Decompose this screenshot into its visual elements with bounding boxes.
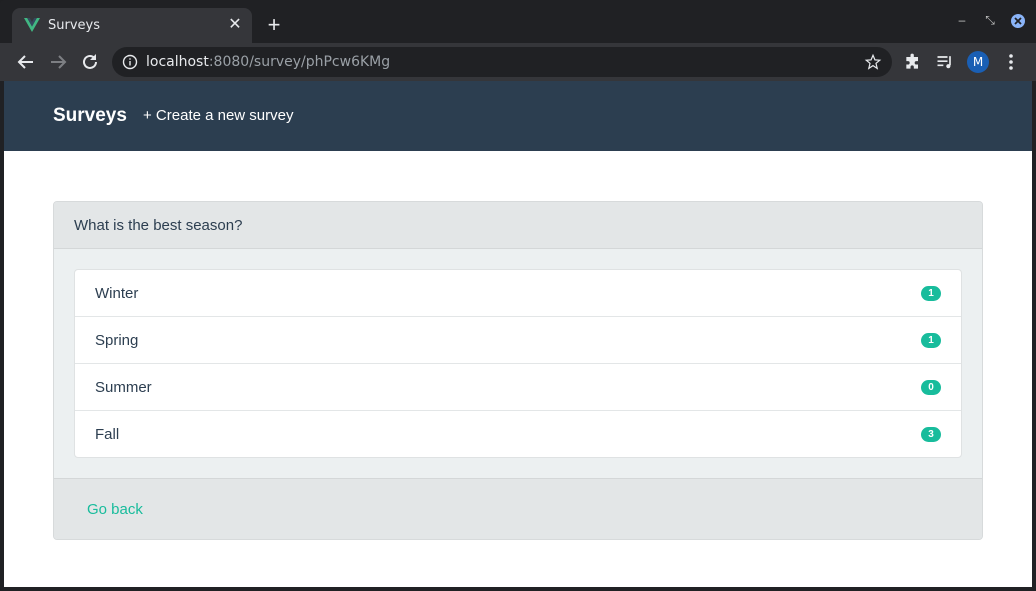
option-label: Winter [95,285,139,302]
vue-logo-icon [24,18,40,32]
address-bar[interactable]: localhost:8080/survey/phPcw6KMg [112,47,892,77]
option-label: Summer [95,379,152,396]
vote-count-badge: 1 [921,333,941,348]
list-item[interactable]: Winter 1 [75,270,961,317]
window-close-icon[interactable] [1010,13,1026,29]
vote-count-badge: 3 [921,427,941,442]
back-arrow-icon[interactable] [14,50,38,74]
option-label: Spring [95,332,139,349]
restore-icon[interactable]: ⤡ [982,12,998,28]
media-queue-icon[interactable] [935,52,955,72]
tab-surveys[interactable]: Surveys ✕ [12,8,252,43]
survey-question: What is the best season? [74,217,243,234]
navbar-brand[interactable]: Surveys [53,105,127,127]
new-tab-icon[interactable]: + [262,14,286,38]
list-item[interactable]: Spring 1 [75,317,961,364]
forward-arrow-icon[interactable] [46,50,70,74]
page-content: Surveys + Create a new survey What is th… [4,81,1032,587]
list-item[interactable]: Summer 0 [75,364,961,411]
vote-count-badge: 0 [921,380,941,395]
close-tab-icon[interactable]: ✕ [226,16,244,34]
create-survey-link[interactable]: + Create a new survey [143,107,294,124]
menu-kebab-icon[interactable] [1001,52,1021,72]
tab-title: Surveys [48,18,100,33]
browser-toolbar: localhost:8080/survey/phPcw6KMg M [0,43,1036,81]
navbar: Surveys + Create a new survey [4,81,1032,151]
info-icon[interactable] [122,54,138,70]
browser-window: Surveys ✕ + – ⤡ localhost:8080/survey/ph… [0,0,1036,591]
profile-avatar[interactable]: M [967,51,989,73]
survey-card: What is the best season? Winter 1 Spring… [53,201,983,540]
minimize-icon[interactable]: – [954,12,970,28]
tab-strip: Surveys ✕ + – ⤡ [0,0,1036,43]
survey-options-list: Winter 1 Spring 1 Summer 0 Fall 3 [74,269,962,458]
url-host: localhost [146,54,209,70]
vote-count-badge: 1 [921,286,941,301]
survey-card-footer: Go back [54,478,982,539]
bookmark-star-icon[interactable] [864,53,882,71]
survey-card-header: What is the best season? [54,202,982,249]
list-item[interactable]: Fall 3 [75,411,961,458]
reload-icon[interactable] [78,50,102,74]
option-label: Fall [95,426,120,443]
url-path: :8080/survey/phPcw6KMg [208,54,391,70]
url-text: localhost:8080/survey/phPcw6KMg [146,54,390,70]
extensions-puzzle-icon[interactable] [903,52,923,72]
go-back-link[interactable]: Go back [87,501,143,518]
